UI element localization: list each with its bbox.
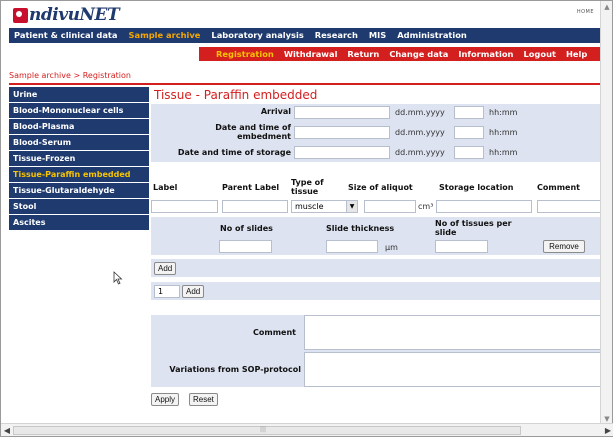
- col-tissues-per-slide: No of tissues per slide: [435, 219, 512, 237]
- sample-type-sidebar: Urine Blood-Mononuclear cells Blood-Plas…: [9, 87, 149, 231]
- sidebar-item-tissue-paraffin[interactable]: Tissue-Paraffin embedded: [9, 167, 149, 182]
- main-nav-patient[interactable]: Patient & clinical data: [9, 28, 124, 43]
- horizontal-scrollbar[interactable]: ◀ ▶: [1, 423, 613, 436]
- variations-label: Variations from SOP-protocol: [169, 365, 301, 374]
- main-nav-sample-archive[interactable]: Sample archive: [124, 28, 207, 43]
- add-slide-row: Add: [151, 259, 603, 277]
- main-nav-laboratory[interactable]: Laboratory analysis: [206, 28, 309, 43]
- comment-textarea[interactable]: [304, 315, 603, 350]
- embedment-date-input[interactable]: [294, 126, 390, 139]
- main-nav-administration[interactable]: Administration: [392, 28, 473, 43]
- apply-button[interactable]: Apply: [151, 393, 180, 406]
- comment-label: Comment: [253, 328, 296, 337]
- storage-label: Date and time of storage: [177, 148, 291, 157]
- main-nav-mis[interactable]: MIS: [364, 28, 392, 43]
- main-nav-research[interactable]: Research: [310, 28, 364, 43]
- sidebar-item-blood-mononuclear[interactable]: Blood-Mononuclear cells: [9, 103, 149, 118]
- embedment-time-hint: hh:mm: [489, 128, 518, 137]
- sub-nav-information[interactable]: Information: [453, 49, 518, 59]
- col-storage-location: Storage location: [439, 183, 514, 192]
- mouse-pointer-icon: [113, 271, 123, 285]
- registration-form: Tissue - Paraffin embedded Arrival dd.mm…: [151, 87, 603, 406]
- add-count-input[interactable]: 1: [154, 285, 180, 298]
- col-size-of-aliquot: Size of aliquot: [348, 183, 413, 192]
- vertical-scrollbar[interactable]: ▲ ▼: [600, 1, 612, 425]
- add-count-button[interactable]: Add: [182, 285, 205, 298]
- sidebar-item-tissue-glutaraldehyde[interactable]: Tissue-Glutaraldehyde: [9, 183, 149, 198]
- reset-button[interactable]: Reset: [189, 393, 218, 406]
- tissue-type-value: muscle: [295, 202, 324, 211]
- col-comment: Comment: [537, 183, 580, 192]
- app-logo[interactable]: ndivuNET: [13, 4, 120, 26]
- chevron-down-icon: ▼: [346, 201, 357, 212]
- form-title: Tissue - Paraffin embedded: [154, 88, 318, 102]
- aliquot-size-unit: cm³: [418, 202, 434, 211]
- col-no-of-slides: No of slides: [220, 224, 273, 233]
- col-label: Label: [153, 183, 178, 192]
- sub-nav-logout[interactable]: Logout: [518, 49, 561, 59]
- sidebar-item-blood-plasma[interactable]: Blood-Plasma: [9, 119, 149, 134]
- storage-location-input[interactable]: [436, 200, 532, 213]
- embedment-label: Date and time of embedment: [215, 123, 291, 141]
- sidebar-item-urine[interactable]: Urine: [9, 87, 149, 102]
- slide-thickness-unit: µm: [385, 243, 398, 252]
- no-of-slides-input[interactable]: [219, 240, 272, 253]
- arrival-label: Arrival: [260, 107, 291, 116]
- logo-mark-icon: [13, 7, 28, 23]
- breadcrumb-divider: [9, 83, 603, 85]
- notes-section: Comment Variations from SOP-protocol: [151, 315, 603, 387]
- parent-label-input[interactable]: [222, 200, 288, 213]
- storage-time-input[interactable]: [454, 146, 484, 159]
- label-input[interactable]: [151, 200, 218, 213]
- sidebar-item-ascites[interactable]: Ascites: [9, 215, 149, 230]
- remove-slide-button[interactable]: Remove: [543, 240, 585, 253]
- storage-date-input[interactable]: [294, 146, 390, 159]
- col-parent-label: Parent Label: [222, 183, 280, 192]
- tissues-per-slide-input[interactable]: [435, 240, 488, 253]
- embedment-date-hint: dd.mm.yyyy: [395, 128, 445, 137]
- sidebar-item-tissue-frozen[interactable]: Tissue-Frozen: [9, 151, 149, 166]
- scroll-right-icon[interactable]: ▶: [603, 426, 613, 435]
- sub-nav-change-data[interactable]: Change data: [384, 49, 453, 59]
- arrival-time-input[interactable]: [454, 106, 484, 119]
- sub-nav: Registration Withdrawal Return Change da…: [9, 47, 603, 61]
- variations-textarea[interactable]: [304, 352, 603, 387]
- aliquot-size-input[interactable]: [364, 200, 416, 213]
- scroll-down-icon[interactable]: ▼: [603, 415, 611, 423]
- sidebar-item-stool[interactable]: Stool: [9, 199, 149, 214]
- home-link[interactable]: HOME: [577, 9, 594, 15]
- sub-nav-help[interactable]: Help: [561, 49, 592, 59]
- arrival-date-hint: dd.mm.yyyy: [395, 108, 445, 117]
- sub-nav-registration[interactable]: Registration: [211, 49, 279, 59]
- breadcrumb: Sample archive > Registration: [9, 71, 131, 80]
- arrival-date-input[interactable]: [294, 106, 390, 119]
- browser-frame: ndivuNET HOME Patient & clinical data Sa…: [0, 0, 613, 437]
- add-count-row: 1 Add: [151, 282, 603, 300]
- slides-table: No of slides Slide thickness No of tissu…: [151, 217, 603, 255]
- horizontal-scroll-thumb[interactable]: [13, 426, 521, 435]
- dates-section: Arrival dd.mm.yyyy hh:mm Date and time o…: [151, 104, 603, 162]
- sidebar-item-blood-serum[interactable]: Blood-Serum: [9, 135, 149, 150]
- sub-nav-return[interactable]: Return: [342, 49, 384, 59]
- col-type-of-tissue: Type of tissue: [291, 178, 324, 196]
- scroll-left-icon[interactable]: ◀: [2, 426, 12, 435]
- aliquot-table: Label Parent Label Type of tissue Size o…: [151, 173, 603, 213]
- main-nav: Patient & clinical data Sample archive L…: [9, 28, 603, 43]
- tissue-type-select[interactable]: muscle ▼: [291, 200, 358, 213]
- arrival-time-hint: hh:mm: [489, 108, 518, 117]
- storage-time-hint: hh:mm: [489, 148, 518, 157]
- add-slide-button[interactable]: Add: [154, 262, 177, 275]
- col-slide-thickness: Slide thickness: [326, 224, 395, 233]
- comment-input[interactable]: [537, 200, 603, 213]
- slide-thickness-input[interactable]: [326, 240, 378, 253]
- logo-text: ndivuNET: [29, 5, 120, 25]
- scroll-up-icon[interactable]: ▲: [603, 3, 611, 11]
- embedment-time-input[interactable]: [454, 126, 484, 139]
- sub-nav-withdrawal[interactable]: Withdrawal: [279, 49, 343, 59]
- storage-date-hint: dd.mm.yyyy: [395, 148, 445, 157]
